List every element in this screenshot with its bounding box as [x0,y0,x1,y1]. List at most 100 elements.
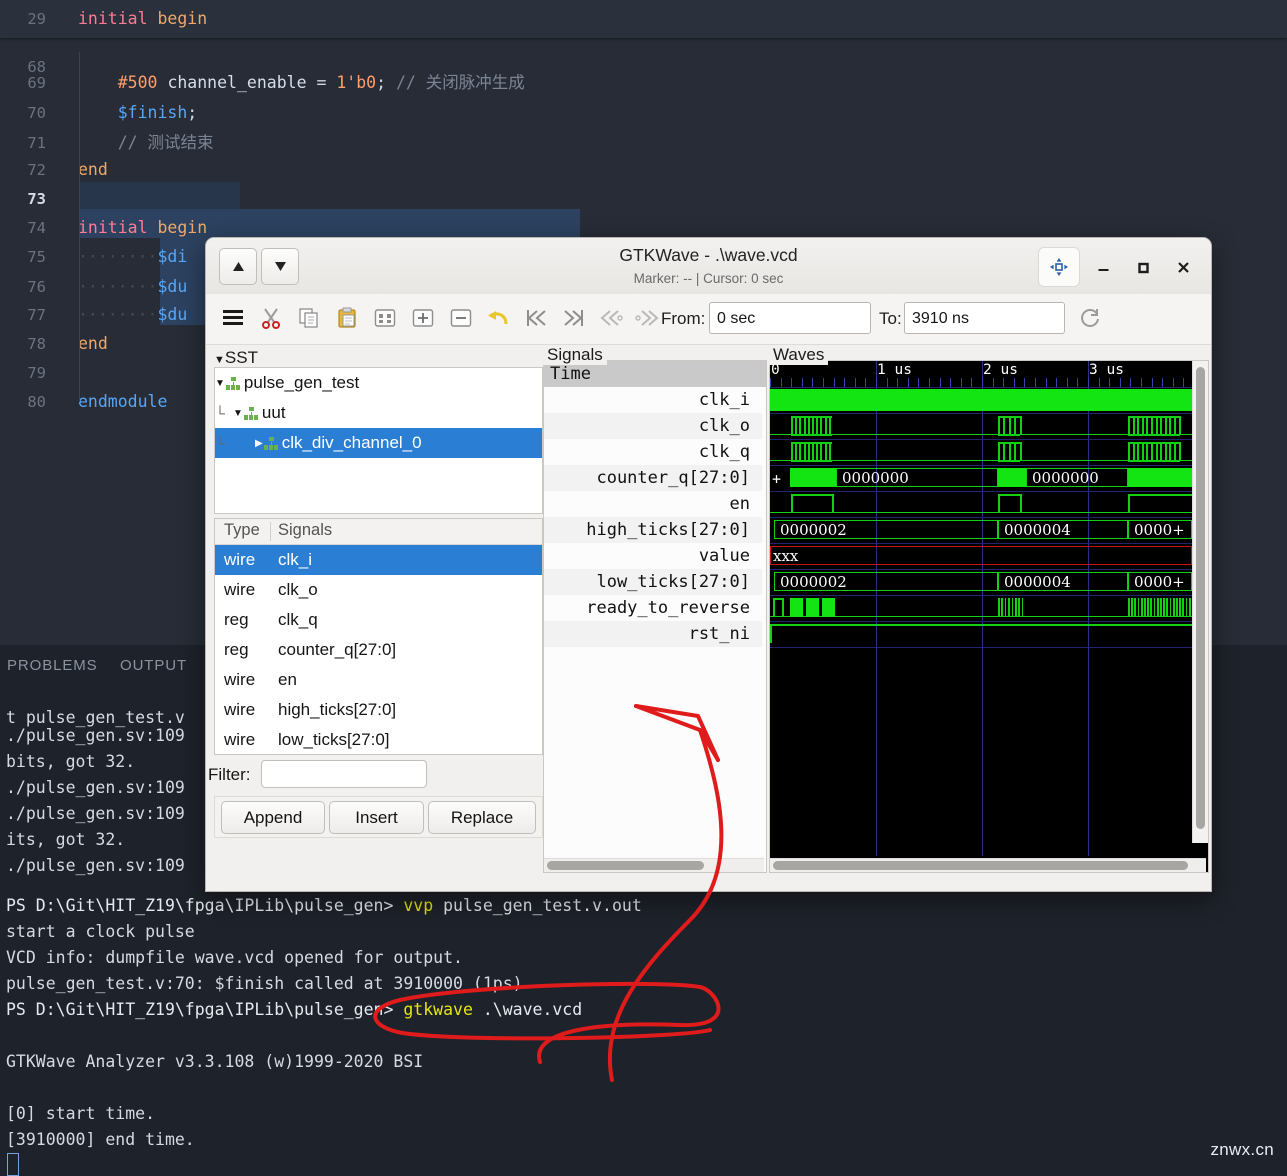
sst-tree-node[interactable]: └ ▼ uut [215,398,542,428]
signal-list-row[interactable]: wire clk_o [215,575,542,605]
signal-list-row[interactable]: reg clk_q [215,605,542,635]
code-line[interactable]: 72 end [0,155,1287,185]
next-edge-icon[interactable] [632,302,662,334]
wave-gridline-lower [982,647,983,856]
prev-edge-icon[interactable] [596,302,626,334]
sst-tree[interactable]: ▼ pulse_gen_test └ ▼ uut └ ▶ clk_div_channel_0 [214,367,543,514]
signal-list-row[interactable]: wire low_ticks[27:0] [215,725,542,754]
wave-en-rise [791,494,793,513]
wave-signal-name[interactable]: ready_to_reverse [544,595,762,621]
copy-icon[interactable] [294,302,324,334]
wave-signal-name[interactable]: clk_o [544,413,762,439]
replace-button[interactable]: Replace [428,801,536,834]
gtkwave-title-bar[interactable]: GTKWave - .\wave.vcd Marker: -- | Cursor… [206,238,1211,295]
wave-pulse [1014,442,1017,461]
cut-icon[interactable] [256,302,286,334]
from-time-input[interactable]: 0 sec [709,302,871,334]
paste-icon[interactable] [332,302,362,334]
signal-list-row[interactable]: wire clk_i [215,545,542,575]
signal-list-row[interactable]: wire en [215,665,542,695]
ruler-tick [1109,378,1110,387]
code-line[interactable]: 29 initial begin [0,4,1287,34]
wave-topline [1128,416,1180,418]
wave-signal-name[interactable]: counter_q[27:0] [544,465,762,491]
wave-signal-name[interactable]: clk_i [544,387,762,413]
wave-signal-name[interactable]: clk_q [544,439,762,465]
ruler-tick [823,378,824,387]
menu-icon[interactable] [218,302,248,334]
code-line[interactable]: 70 $finish; [0,98,1287,128]
move-window-icon[interactable] [1038,247,1080,287]
signal-type: wire [224,580,256,599]
tree-expander-icon[interactable]: ▼ [215,369,225,399]
signal-list-row[interactable]: wire high_ticks[27:0] [215,695,542,725]
zoom-in-icon[interactable] [408,302,438,334]
ruler-tick [1014,378,1015,387]
undo-icon[interactable] [484,302,514,334]
to-time-input[interactable]: 3910 ns [904,302,1065,334]
zoom-fit-icon[interactable] [370,302,400,334]
close-button[interactable] [1170,254,1196,280]
wave-clk-i[interactable] [770,389,1192,411]
tab-problems[interactable]: PROBLEMS [7,657,98,674]
tab-output[interactable]: OUTPUT [120,657,187,674]
wave-pulse [1151,416,1153,435]
signal-list-row[interactable]: reg counter_q[27:0] [215,635,542,665]
insert-button[interactable]: Insert [329,801,424,834]
wave-pulse [1164,442,1167,461]
wave-topline [998,416,1020,418]
gtkwave-window[interactable]: GTKWave - .\wave.vcd Marker: -- | Cursor… [205,237,1212,892]
sst-tree-node[interactable]: ▼ pulse_gen_test [215,368,542,398]
waves-vscrollbar[interactable] [1192,361,1208,843]
signals-pane[interactable]: Time clk_i clk_o clk_q counter_q[27:0] en high… [543,360,767,873]
append-button[interactable]: Append [221,801,325,834]
tree-expander-icon[interactable]: ▶ [255,429,263,459]
wave-pulse [807,442,810,461]
code-line[interactable]: 69 #500 channel_enable = 1'b0; // 关闭脉冲生成 [0,68,1287,98]
signals-name-list[interactable]: Time clk_i clk_o clk_q counter_q[27:0] en high… [544,361,766,856]
wave-rowline [770,387,1192,388]
signal-name: low_ticks[27:0] [278,730,390,749]
zoom-out-icon[interactable] [446,302,476,334]
column-header-signals: Signals [278,521,333,539]
bus-expand-marker[interactable]: + [772,470,781,488]
waves-pane[interactable]: 01 us 2 us 3 us +0000000 0000000 0000002 00000… [769,360,1209,873]
wave-signal-name[interactable]: high_ticks[27:0] [544,517,762,543]
wave-pulse [1188,598,1191,617]
wave-pulse [1019,442,1022,461]
sst-tree-node[interactable]: └ ▶ clk_div_channel_0 [215,428,542,458]
waves-hscrollbar[interactable] [770,858,1206,872]
wave-pulse [1169,442,1172,461]
signal-name: clk_o [278,580,318,599]
code-line[interactable]: 71 // 测试结束 [0,128,1287,158]
filter-row[interactable]: Filter: [206,757,541,793]
minimize-button[interactable] [1090,254,1116,280]
signals-hscrollbar[interactable] [544,858,764,872]
ruler-tick [1162,378,1163,387]
signal-type-list[interactable]: Type Signals wire clk_i wire clk_o reg clk_q r… [214,518,543,755]
maximize-button[interactable] [1130,254,1156,280]
wave-signal-name[interactable]: value [544,543,762,569]
wave-pulse [1011,598,1014,617]
filter-input[interactable] [261,760,427,788]
reload-icon[interactable] [1075,302,1105,334]
ruler-tick [1003,378,1004,387]
sst-collapse-triangle[interactable]: ▼ [214,354,225,366]
waveform-canvas[interactable]: 01 us 2 us 3 us +0000000 0000000 0000002 00000… [770,361,1194,856]
code-line[interactable]: 73 [0,184,1287,214]
wave-pulse [1018,598,1020,617]
sst-section-label[interactable]: ▼SST [214,348,258,368]
signal-name: high_ticks[27:0] [278,700,397,719]
ruler-tick [1046,378,1047,387]
wave-signal-name[interactable]: low_ticks[27:0] [544,569,762,595]
append-insert-replace-bar[interactable]: Append Insert Replace [214,796,543,838]
ruler-tick [781,378,782,387]
wave-signal-name[interactable]: en [544,491,762,517]
goto-end-icon[interactable] [558,302,588,334]
gtkwave-toolbar[interactable]: From: 0 sec To: 3910 ns [206,294,1211,345]
wave-signal-name[interactable]: rst_ni [544,621,762,647]
tree-expander-icon[interactable]: ▼ [233,399,243,429]
wave-pulse [998,598,1000,617]
wave-pulse [1141,416,1144,435]
goto-start-icon[interactable] [522,302,552,334]
